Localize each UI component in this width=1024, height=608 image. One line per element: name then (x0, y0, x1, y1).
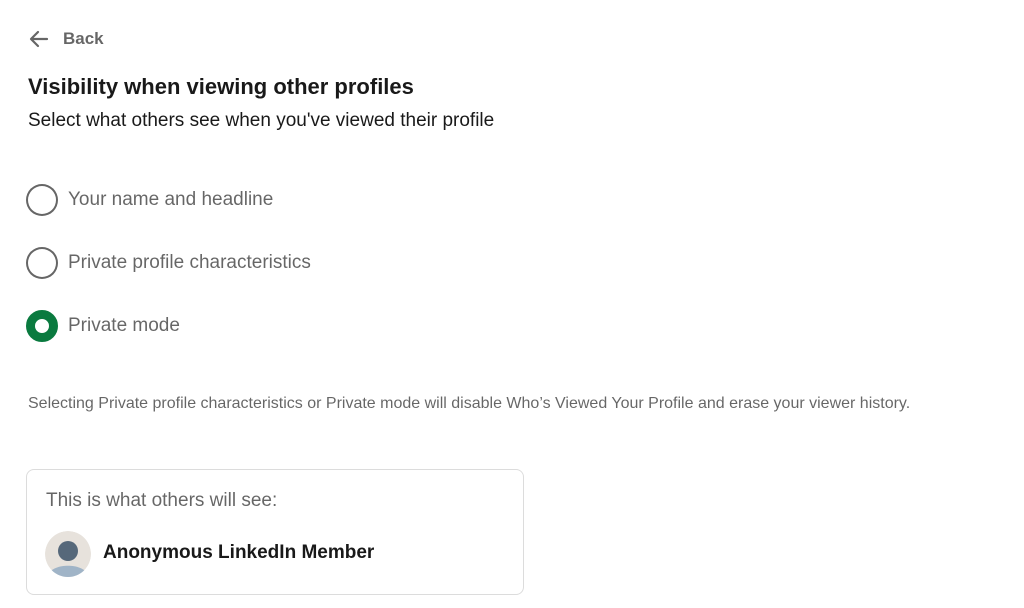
preview-heading: This is what others will see: (46, 490, 278, 511)
radio-button[interactable] (26, 184, 58, 216)
option-label: Your name and headline (68, 189, 274, 210)
back-button[interactable]: Back (27, 26, 104, 52)
arrow-left-icon (27, 27, 51, 51)
preview-card: This is what others will see: Anonymous … (26, 469, 524, 595)
option-name-and-headline[interactable]: Your name and headline (26, 182, 273, 218)
page-title: Visibility when viewing other profiles (28, 74, 414, 99)
option-private-profile-characteristics[interactable]: Private profile characteristics (26, 245, 311, 281)
radio-button[interactable] (26, 247, 58, 279)
member-name: Anonymous LinkedIn Member (103, 542, 375, 563)
radio-button-selected[interactable] (26, 310, 58, 342)
anonymous-avatar-icon (45, 531, 91, 577)
option-label: Private mode (68, 315, 180, 336)
private-mode-notice: Selecting Private profile characteristic… (28, 395, 911, 412)
page-subtitle: Select what others see when you've viewe… (28, 110, 495, 131)
option-label: Private profile characteristics (68, 252, 311, 273)
option-private-mode[interactable]: Private mode (26, 308, 180, 344)
back-label: Back (63, 29, 104, 48)
